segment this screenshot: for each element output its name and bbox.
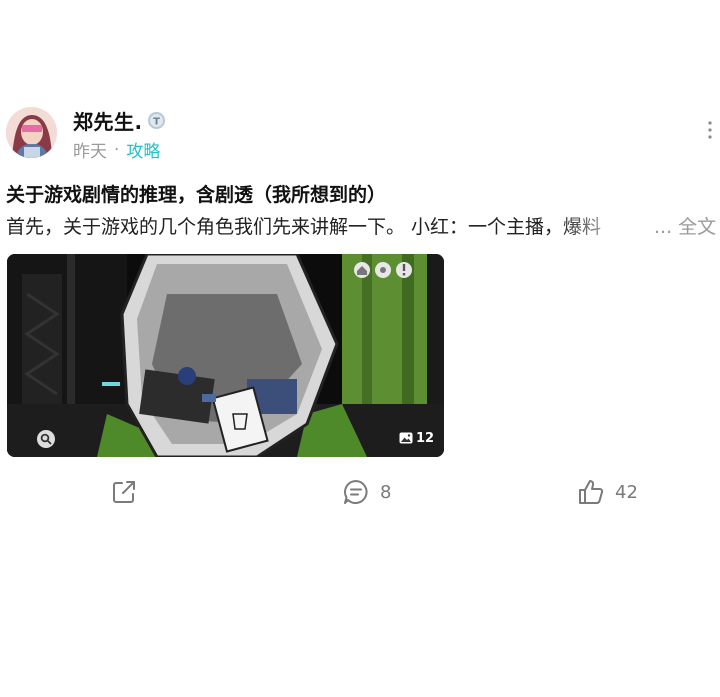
comment-count: 8 <box>380 481 392 503</box>
svg-text:T: T <box>153 117 160 128</box>
post-meta: 昨天 · 攻略 <box>73 137 160 163</box>
share-button[interactable] <box>110 478 138 506</box>
more-options-button[interactable] <box>704 120 716 142</box>
post-category[interactable]: 攻略 <box>126 137 160 162</box>
like-count: 42 <box>615 481 638 503</box>
meta-separator: · <box>114 139 120 160</box>
excerpt-fade <box>560 212 650 238</box>
image-count-badge: 12 <box>396 428 437 448</box>
comment-button[interactable]: 8 <box>342 478 391 506</box>
search-icon <box>37 430 55 448</box>
more-vertical-icon <box>708 121 712 139</box>
image-gallery-icon <box>399 432 413 444</box>
author-name[interactable]: 郑先生. <box>73 106 143 135</box>
post-title[interactable]: 关于游戏剧情的推理，含剧透（我所想到的） <box>6 180 386 207</box>
post-image[interactable] <box>7 254 444 457</box>
verified-badge-icon: T <box>147 111 166 130</box>
image-count: 12 <box>416 430 435 446</box>
avatar[interactable] <box>6 107 57 158</box>
like-button[interactable]: 42 <box>577 478 638 506</box>
post-excerpt[interactable]: 首先，关于游戏的几个角色我们先来讲解一下。 小红：一个主播，爆料 <box>6 212 646 239</box>
thumbs-up-icon <box>579 480 604 504</box>
share-icon <box>113 481 135 503</box>
post-time: 昨天 <box>73 142 107 162</box>
read-more-link[interactable]: ... 全文 <box>654 212 716 239</box>
comment-icon <box>344 480 368 504</box>
image-zoom-button[interactable] <box>37 430 55 448</box>
post-card: 郑先生. T 昨天 · 攻略 关于游戏剧情的推理，含剧透（我所想到的） 首先，关… <box>0 0 720 697</box>
